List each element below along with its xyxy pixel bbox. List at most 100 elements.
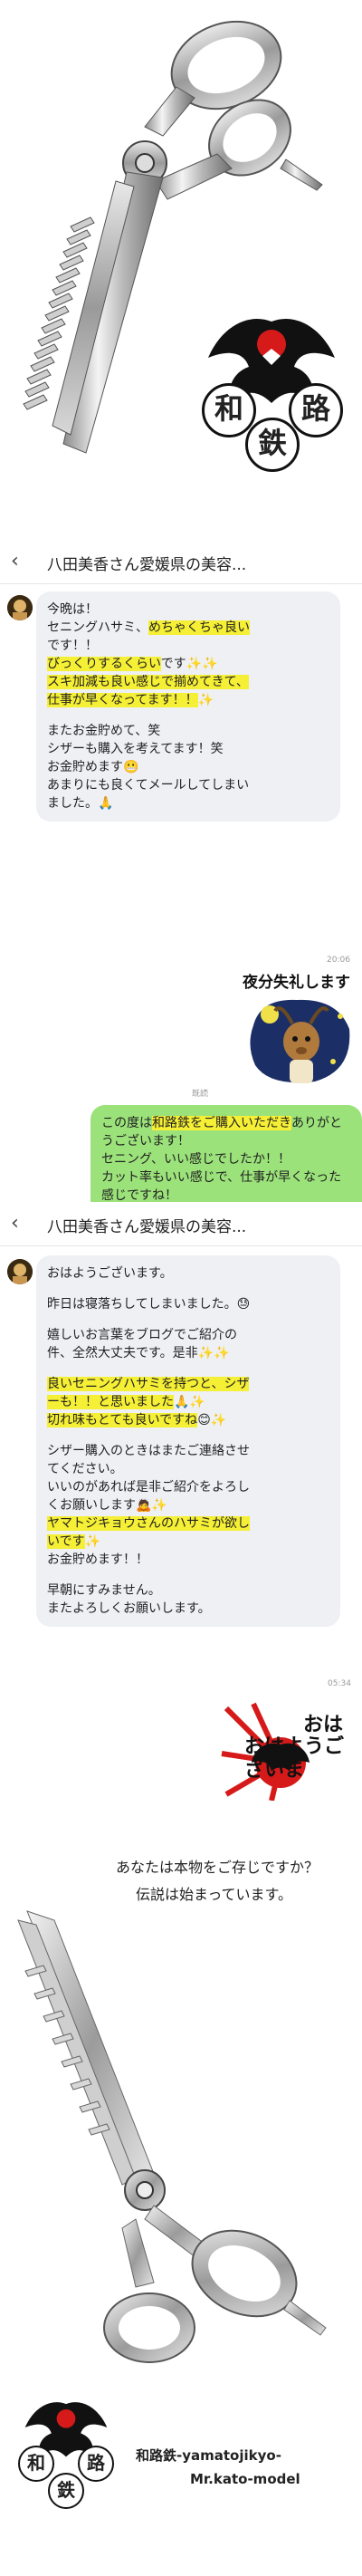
back-chevron-icon[interactable]: ‹ <box>11 551 19 572</box>
message-line: スキ加減も良い感じで揃めてきて、 <box>47 673 329 691</box>
message-line: またお金貯めて、笑 <box>47 722 329 740</box>
sticker-text-2: おはようございま <box>244 1735 345 1782</box>
message-text: カット率もいい感じで、仕事が早くなった <box>101 1170 342 1185</box>
message-text: シザー購入のときはまたご連絡させ <box>47 1444 250 1458</box>
logo-char-ro: 路 <box>289 383 343 437</box>
message-text: いいのがあれば是非ご紹介をよろし <box>47 1480 250 1495</box>
message-line: いです✨ <box>47 1533 329 1551</box>
message-line: ました。🙏 <box>47 794 329 812</box>
message-time: 20:06 <box>327 956 350 965</box>
message-time-2: 05:34 <box>328 1679 351 1688</box>
chat-title: 八田美香さん愛媛県の美容... <box>47 556 247 574</box>
chat-thread-1: 今晩は！ セニングハサミ、めちゃくちゃ良い です！！ びっくりするくらいです✨✨ スキ加… <box>0 584 362 1232</box>
message-text: 早朝にすみません。 <box>47 1583 161 1598</box>
message-line: ーも！！と思いました🙏✨ <box>47 1393 329 1411</box>
message-text: シザーも購入を考えてます！笑 <box>47 742 224 756</box>
message-text: お金貯めます😬 <box>47 760 139 774</box>
message-text: お金貯めます！！ <box>47 1552 148 1567</box>
highlighted-text: びっくりするくらい <box>47 657 161 671</box>
message-text: 今晩は！ <box>47 602 98 617</box>
back-chevron-icon-2[interactable]: ‹ <box>11 1213 19 1235</box>
message-line: うございます！ <box>101 1132 351 1150</box>
message-line: またよろしくお願いします。 <box>47 1600 329 1618</box>
incoming-message-bubble-2: おはようございます。昨日は寝落ちしてしまいました。😓 嬉しいお言葉をブログでご紹介… <box>36 1255 340 1627</box>
message-text: です✨✨ <box>160 657 218 671</box>
message-text: てください。 <box>47 1462 123 1476</box>
highlighted-text: スキ加減も良い感じで揃めてきて、 <box>47 675 249 689</box>
message-line: セニングハサミ、めちゃくちゃ良い <box>47 619 329 637</box>
highlighted-text: ヤマトジキョウさんのハサミが欲し <box>47 1516 250 1531</box>
avatar-2 <box>7 1259 33 1284</box>
message-line: びっくりするくらいです✨✨ <box>47 655 329 673</box>
user-avatar-icon-2 <box>7 1259 33 1284</box>
highlighted-text: 切れ味もとても良いですね <box>47 1413 198 1427</box>
highlighted-text: いです <box>47 1534 85 1549</box>
message-text: セニング、いい感じでしたか！！ <box>101 1152 291 1167</box>
message-line: くお願いします🙇✨ <box>47 1496 329 1514</box>
message-text: くお願いします🙇✨ <box>47 1498 167 1513</box>
chat-thread-2: おはようございます。昨日は寝落ちしてしまいました。😓 嬉しいお言葉をブログでご紹介… <box>0 1246 362 1803</box>
message-line: おはようございます。 <box>47 1264 329 1283</box>
message-line: カット率もいい感じで、仕事が早くなった <box>101 1168 351 1187</box>
chat-header: ‹ 八田美香さん愛媛県の美容... <box>0 540 362 584</box>
message-text: 🙏✨ <box>174 1395 205 1409</box>
message-line: お金貯めます！！ <box>47 1551 329 1569</box>
message-text: ました。🙏 <box>47 796 114 811</box>
sticker-sunrise: おは おはようございま <box>217 1699 358 1802</box>
svg-text:おは: おは <box>303 1714 343 1736</box>
highlighted-text: ーも！！と思いました <box>47 1395 174 1409</box>
message-text: 嬉しいお言葉をブログでご紹介の <box>47 1328 237 1342</box>
message-line: 切れ味もとても良いですね😊✨ <box>47 1411 329 1429</box>
user-avatar-icon <box>7 595 33 620</box>
logo-char-wa-2: 和 <box>18 2446 54 2482</box>
message-text: この度は <box>101 1116 152 1130</box>
message-line: シザー購入のときはまたご連絡させ <box>47 1442 329 1460</box>
message-line: 件、全然大丈夫です。是非✨✨ <box>47 1344 329 1362</box>
hero-image: 和 路 鉄 <box>0 0 362 472</box>
message-text: ✨ <box>197 693 214 707</box>
deer-sticker-icon <box>250 999 350 1083</box>
promo-section: あなたは本物をご存じですか？ 伝説は始まっています。 和 路 鉄 和路鉄-yam… <box>0 1812 362 2576</box>
highlighted-text: 良いセニングハサミを持つと、シザ <box>47 1377 250 1391</box>
yamatojikyo-logo-2: 和 路 鉄 <box>16 2391 116 2518</box>
logo-char-ro-2: 路 <box>78 2446 114 2482</box>
highlighted-text: 和路鉄をご購入いただき <box>152 1116 291 1130</box>
message-text: あまりにも良くてメールしてしまい <box>47 778 250 793</box>
message-line: シザーも購入を考えてます！笑 <box>47 740 329 758</box>
message-text: うございます！ <box>101 1134 190 1149</box>
message-line: です！！ <box>47 637 329 655</box>
message-text: おはようございます。 <box>47 1266 173 1281</box>
promo-line-2: 伝説は始まっています。 <box>136 1886 292 1903</box>
sticker-deer: 夜分失礼します <box>243 969 360 1096</box>
message-line: 良いセニングハサミを持つと、シザ <box>47 1375 329 1393</box>
scissors-photo-2 <box>17 1910 327 2363</box>
yamatojikyo-logo: 和 路 鉄 <box>195 303 348 472</box>
message-line: 昨日は寝落ちしてしまいました。😓 <box>47 1295 329 1313</box>
message-line: お金貯めます😬 <box>47 758 329 776</box>
message-text: 😊✨ <box>197 1413 227 1427</box>
brand-model: Mr.kato-model <box>190 2471 300 2487</box>
message-line: 仕事が早くなってます！！✨ <box>47 691 329 709</box>
message-text: 件、全然大丈夫です。是非✨✨ <box>47 1346 230 1360</box>
message-text: ✨ <box>84 1534 101 1549</box>
message-line: あまりにも良くてメールしてしまい <box>47 776 329 794</box>
message-text: またよろしくお願いします。 <box>47 1601 211 1616</box>
avatar <box>7 595 33 620</box>
message-line: ヤマトジキョウさんのハサミが欲し <box>47 1514 329 1533</box>
message-line: この度は和路鉄をご購入いただきありがと <box>101 1114 351 1132</box>
message-line: てください。 <box>47 1460 329 1478</box>
message-text: 昨日は寝落ちしてしまいました。😓 <box>47 1297 251 1312</box>
message-line: 早朝にすみません。 <box>47 1581 329 1600</box>
message-text: ありがと <box>291 1116 342 1130</box>
message-text: 感じですね！ <box>101 1188 177 1203</box>
message-line: いいのがあれば是非ご紹介をよろし <box>47 1478 329 1496</box>
logo-char-tetsu: 鉄 <box>245 418 300 472</box>
read-label: 既読 <box>192 1090 209 1099</box>
chat-title-2: 八田美香さん愛媛県の美容... <box>47 1218 247 1236</box>
highlighted-text: めちゃくちゃ良い <box>148 620 250 635</box>
